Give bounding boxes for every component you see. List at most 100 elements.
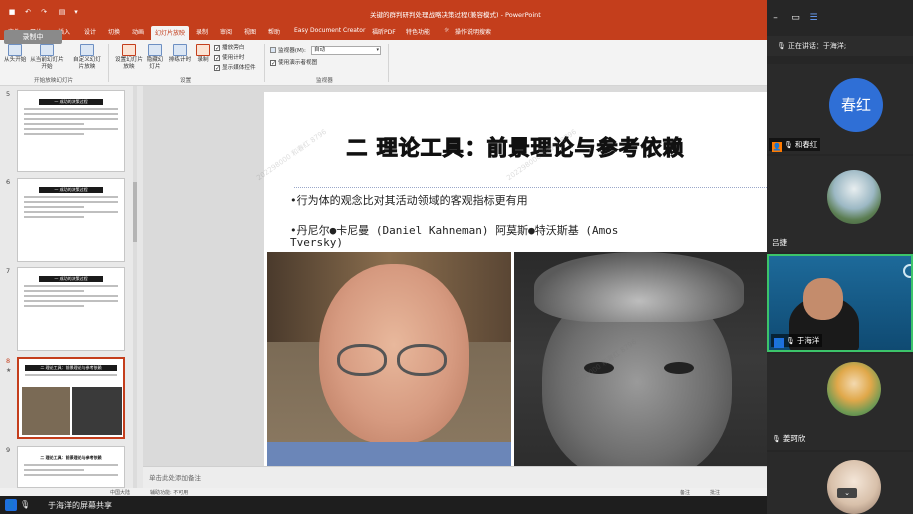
notes-pane[interactable]: 单击此处添加备注 [143, 466, 767, 488]
title-divider [294, 187, 767, 188]
tab-featured[interactable]: 特色功能 [406, 27, 430, 36]
play-narrations-checkbox[interactable]: ✓ 播放旁白 [214, 45, 244, 52]
tab-transitions[interactable]: 切换 [108, 27, 120, 36]
wall-clock [903, 264, 911, 278]
use-timings-checkbox[interactable]: ✓ 使用计时 [214, 55, 244, 62]
ribbon-tabs: 文件 开始 插入 设计 切换 动画 幻灯片放映 录制 审阅 视图 帮助 Easy… [0, 24, 767, 40]
group-divider [388, 44, 389, 82]
thumbnail-number: 7 [6, 267, 11, 275]
thumbnail-number: 5 [6, 90, 11, 98]
face [803, 278, 843, 320]
hair [534, 252, 744, 322]
current-slide[interactable]: 二 理论工具：前景理论与参考依赖 •行为体的观念比对其活动领域的客观指标更有用 … [264, 92, 767, 466]
tab-slide-show[interactable]: 幻灯片放映 [151, 26, 190, 40]
monitor-label: 监视器(M): [270, 47, 306, 55]
thumbnail-heading: 一 成功的决策过程 [39, 276, 103, 282]
layout-list-icon[interactable]: ☰ [809, 14, 818, 23]
slide-thumbnail-6[interactable]: 一 成功的决策过程 [17, 178, 125, 262]
chevron-down-icon[interactable]: ⌄ [837, 488, 857, 498]
ribbon-slide-show: 从头开始 从当前幻灯片开始 自定义幻灯片放映 开始放映幻灯片 设置幻灯片放映 隐… [0, 40, 767, 86]
participant-tile[interactable]: ⌄ [767, 452, 913, 514]
from-current-button[interactable]: 从当前幻灯片开始 [30, 44, 64, 71]
shirt [267, 442, 511, 466]
slide-thumbnail-7[interactable]: 一 成功的决策过程 [17, 267, 125, 351]
text-line [24, 300, 118, 302]
participant-tile[interactable]: 吕捷 [767, 156, 913, 252]
title-bar: ■ ↶ ↷ ▤ ▾ 关键的群判研判处理战略决策过程(兼容模式) - PowerP… [0, 0, 767, 24]
checkbox-checked: ✓ [270, 60, 277, 67]
redo-icon[interactable]: ↷ [40, 8, 48, 16]
participant-tile[interactable]: 🎙 姜珂欣 [767, 354, 913, 450]
thumbnails-scrollbar[interactable] [133, 86, 137, 488]
monitor-select[interactable]: 自动 ▾ [311, 46, 381, 55]
slide-thumbnail-9[interactable]: 二 理论工具：前景理论与参考依赖 [17, 446, 125, 488]
thumbnail-heading: 一 成功的决策过程 [39, 187, 103, 193]
slide-title[interactable]: 二 理论工具：前景理论与参考依赖 [264, 132, 767, 162]
participant-tile[interactable]: 春红 👤 🎙 和春红 [767, 64, 913, 154]
customize-icon[interactable]: ▾ [72, 8, 80, 16]
slideshow-current-icon [40, 44, 54, 56]
group-label-setup: 设置 [180, 78, 192, 84]
tab-animations[interactable]: 动画 [132, 27, 144, 36]
scrollbar-thumb[interactable] [133, 182, 137, 242]
rehearse-timings-button[interactable]: 排练计时 [168, 44, 192, 64]
slide-thumbnail-8[interactable]: 二 理论工具：前景理论与参考依赖 [17, 357, 125, 439]
slide-bullet-continuation[interactable]: Tversky) [290, 236, 343, 249]
screen-share-label: 于海洋的屏幕共享 [48, 501, 112, 510]
slideshow-play-icon [8, 44, 22, 56]
mic-icon[interactable]: 🎙 [20, 500, 30, 509]
hide-slide-button[interactable]: 隐藏幻灯片 [146, 44, 164, 71]
text-line [24, 474, 118, 476]
mic-icon: 🎙 [772, 435, 781, 443]
text-line [24, 290, 84, 292]
tab-easy-document-creator[interactable]: Easy Document Creator [294, 27, 365, 34]
tab-view[interactable]: 视图 [244, 27, 256, 36]
tab-help[interactable]: 帮助 [268, 27, 280, 36]
custom-show-button[interactable]: 自定义幻灯片放映 [72, 44, 102, 71]
tab-foxit-pdf[interactable]: 福昕PDF [372, 27, 396, 36]
status-language[interactable]: 中国大陆 [110, 489, 130, 496]
text-line [24, 206, 84, 208]
slide-thumbnail-5[interactable]: 一 成功的决策过程 [17, 90, 125, 172]
tab-review[interactable]: 审阅 [220, 27, 232, 36]
show-media-controls-checkbox[interactable]: ✓ 显示媒体控件 [214, 65, 256, 72]
text-line [24, 123, 84, 125]
group-divider [264, 44, 265, 82]
slide-bullet[interactable]: •行为体的观念比对其活动领域的客观指标更有用 [290, 192, 528, 208]
thumbnail-number: 9 [6, 446, 11, 454]
save-icon[interactable]: ■ [8, 8, 16, 16]
checkbox-checked: ✓ [214, 65, 221, 72]
tell-me-search[interactable]: 操作说明搜索 [455, 27, 491, 36]
status-notes-button[interactable]: 备注 [680, 489, 690, 496]
avatar [827, 170, 881, 224]
undo-icon[interactable]: ↶ [24, 8, 32, 16]
meeting-toolbar: – ▭ ☰ [767, 0, 913, 36]
photo-amos-tversky[interactable] [514, 252, 767, 466]
photo-daniel-kahneman[interactable] [267, 252, 511, 466]
presentation-icon[interactable]: ▤ [58, 8, 66, 16]
setup-slide-show-button[interactable]: 设置幻灯片放映 [114, 44, 144, 71]
tab-record[interactable]: 录制 [196, 27, 208, 36]
status-comments-button[interactable]: 批注 [710, 489, 720, 496]
now-speaking-bar: 🎙 正在讲话：于海洋; [767, 36, 913, 56]
participant-name-tag: 👤 🎙 和春红 [769, 138, 821, 152]
group-label-start: 开始放映幻灯片 [34, 78, 74, 84]
presenter-view-checkbox[interactable]: ✓ 使用演示者视图 [270, 60, 317, 67]
from-beginning-button[interactable]: 从头开始 [4, 44, 26, 64]
status-accessibility[interactable]: 辅助功能: 不可用 [150, 489, 188, 496]
tab-design[interactable]: 设计 [84, 27, 96, 36]
participant-icon[interactable]: 👤 [5, 499, 17, 511]
text-line [24, 118, 118, 120]
minimize-icon[interactable]: – [771, 14, 780, 23]
star-icon: ★ [6, 367, 12, 374]
screen: ■ ↶ ↷ ▤ ▾ 关键的群判研判处理战略决策过程(兼容模式) - PowerP… [0, 0, 913, 514]
text-line [24, 201, 118, 203]
text-line [24, 108, 118, 110]
eye [664, 362, 694, 374]
record-button[interactable]: 录制 [196, 44, 210, 64]
screen-share-bar: 👤 🎙 于海洋的屏幕共享 [0, 496, 767, 514]
eye [584, 362, 614, 374]
restore-icon[interactable]: ▭ [791, 14, 800, 23]
participant-video-tile[interactable]: 👤 🎙 于海洋 [767, 254, 913, 352]
text-line [24, 211, 118, 213]
